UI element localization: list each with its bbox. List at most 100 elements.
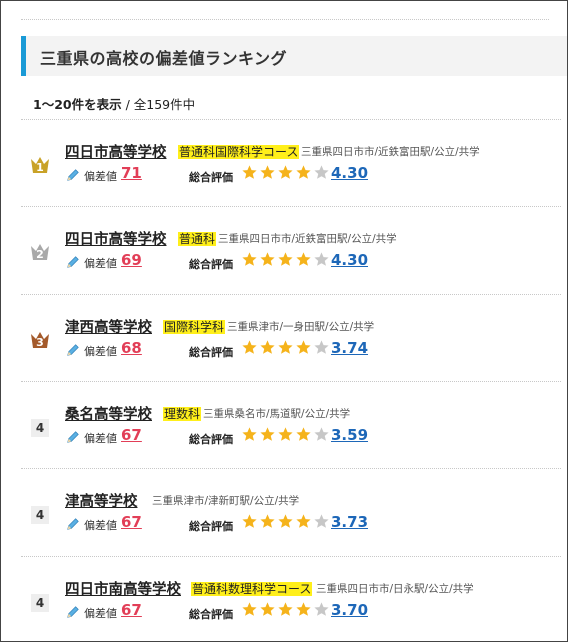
rating-stars	[241, 164, 330, 182]
star-icon	[278, 165, 293, 179]
school-name-link[interactable]: 四日市高等学校	[65, 228, 167, 249]
rank-number: 1	[36, 161, 44, 174]
pencil-icon	[66, 254, 80, 268]
school-name-link[interactable]: 四日市南高等学校	[65, 578, 181, 599]
star-icon	[314, 165, 329, 179]
course-highlight: 国際科学科	[163, 320, 226, 334]
star-icon	[278, 514, 293, 528]
school-name-link[interactable]: 桑名高等学校	[65, 403, 152, 424]
rating-value-link[interactable]: 3.73	[331, 513, 368, 531]
star-icon	[260, 340, 275, 354]
rating-label: 総合評価	[189, 346, 233, 359]
school-row: 1 四日市高等学校 普通科国際科学コース 三重県四日市市/近鉄富田駅/公立/共学 偏差値…	[21, 119, 561, 205]
rating-stars	[241, 339, 330, 357]
course-highlight: 普通科数理科学コース	[191, 582, 313, 596]
rating-value-link[interactable]: 3.59	[331, 426, 368, 444]
result-separator: /	[121, 97, 134, 112]
school-row: 4 桑名高等学校 理数科 三重県桑名市/馬道駅/公立/共学偏差値 67 総合評価 3.59	[21, 381, 561, 467]
deviation-label: 偏差値	[84, 170, 117, 183]
star-icon	[260, 252, 275, 266]
school-location: 三重県津市/一身田駅/公立/共学	[227, 321, 375, 333]
crown-icon: 3	[30, 330, 50, 350]
row-divider	[21, 119, 561, 120]
rank-number: 3	[36, 336, 44, 349]
rating-stars	[241, 251, 330, 269]
star-icon	[260, 602, 275, 616]
star-icon	[314, 427, 329, 441]
star-icon	[242, 252, 257, 266]
star-icon	[242, 602, 257, 616]
star-icon	[314, 602, 329, 616]
pencil-icon	[66, 516, 80, 530]
pencil-icon	[66, 604, 80, 618]
rating-label: 総合評価	[189, 258, 233, 271]
rank-badge: 4	[31, 419, 49, 437]
row-divider	[21, 556, 561, 557]
deviation-label: 偏差値	[84, 519, 117, 532]
pencil-icon	[66, 342, 80, 356]
star-icon	[260, 165, 275, 179]
school-name-link[interactable]: 四日市高等学校	[65, 141, 167, 162]
school-row: 3 津西高等学校 国際科学科 三重県津市/一身田駅/公立/共学偏差値 68 総合評価 3.7…	[21, 294, 561, 380]
rating-value-link[interactable]: 4.30	[331, 164, 368, 182]
rating-label: 総合評価	[189, 171, 233, 184]
rank-badge: 4	[31, 594, 49, 612]
deviation-value-link[interactable]: 67	[121, 426, 142, 444]
star-icon	[314, 340, 329, 354]
star-icon	[296, 427, 311, 441]
row-divider	[21, 206, 561, 207]
star-icon	[278, 602, 293, 616]
rating-stars	[241, 426, 330, 444]
school-location: 三重県桑名市/馬道駅/公立/共学	[203, 408, 351, 420]
row-divider	[21, 381, 561, 382]
deviation-value-link[interactable]: 71	[121, 164, 142, 182]
crown-icon: 2	[30, 242, 50, 262]
deviation-label: 偏差値	[84, 257, 117, 270]
school-location: 三重県四日市市/近鉄富田駅/公立/共学	[301, 146, 480, 158]
star-icon	[260, 514, 275, 528]
star-icon	[314, 252, 329, 266]
deviation-value-link[interactable]: 68	[121, 339, 142, 357]
rating-label: 総合評価	[189, 608, 233, 621]
school-row: 2 四日市高等学校 普通科 三重県四日市市/近鉄富田駅/公立/共学偏差値 69 総合評価 4…	[21, 206, 561, 292]
deviation-label: 偏差値	[84, 432, 117, 445]
deviation-value-link[interactable]: 67	[121, 513, 142, 531]
result-range: 1～20件を表示	[33, 97, 122, 112]
star-icon	[314, 514, 329, 528]
star-icon	[242, 427, 257, 441]
crown-icon: 1	[30, 155, 50, 175]
course-name: 普通科	[178, 230, 217, 247]
star-icon	[278, 427, 293, 441]
school-row: 4 四日市南高等学校 普通科数理科学コース 三重県四日市市/日永駅/公立/共学 偏差値 6…	[21, 556, 561, 641]
star-icon	[296, 602, 311, 616]
star-icon	[296, 165, 311, 179]
star-icon	[278, 252, 293, 266]
page-title: 三重県の高校の偏差値ランキング	[40, 49, 288, 68]
school-location: 三重県四日市市/近鉄富田駅/公立/共学	[218, 233, 397, 245]
rating-label: 総合評価	[189, 433, 233, 446]
course-name: 国際科学科	[163, 318, 226, 335]
star-icon	[242, 514, 257, 528]
rating-value-link[interactable]: 4.30	[331, 251, 368, 269]
deviation-label: 偏差値	[84, 607, 117, 620]
deviation-value-link[interactable]: 67	[121, 601, 142, 619]
rank-number: 2	[36, 248, 44, 261]
star-icon	[242, 340, 257, 354]
star-icon	[260, 427, 275, 441]
course-name: 理数科	[163, 405, 202, 422]
course-highlight: 普通科	[178, 232, 217, 246]
deviation-label: 偏差値	[84, 345, 117, 358]
school-row: 4 津高等学校 三重県津市/津新町駅/公立/共学 偏差値 67 総合評価 3.73	[21, 468, 561, 554]
rating-value-link[interactable]: 3.70	[331, 601, 368, 619]
divider	[21, 19, 549, 20]
deviation-value-link[interactable]: 69	[121, 251, 142, 269]
school-name-link[interactable]: 津高等学校	[65, 490, 138, 511]
school-name-link[interactable]: 津西高等学校	[65, 316, 152, 337]
star-icon	[278, 340, 293, 354]
course-name: 普通科数理科学コース	[191, 580, 313, 597]
star-icon	[242, 165, 257, 179]
school-location: 三重県津市/津新町駅/公立/共学	[152, 495, 300, 507]
pencil-icon	[66, 429, 80, 443]
rating-value-link[interactable]: 3.74	[331, 339, 368, 357]
rating-label: 総合評価	[189, 520, 233, 533]
